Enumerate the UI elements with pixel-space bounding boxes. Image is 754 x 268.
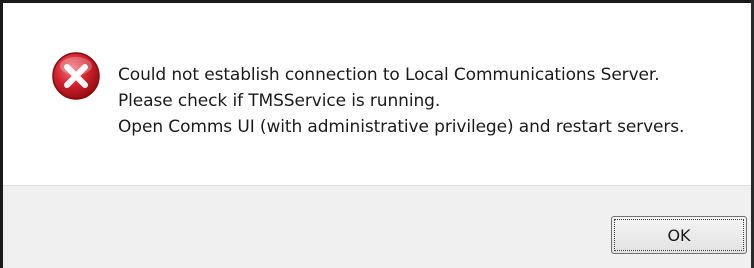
error-dialog: Could not establish connection to Local … bbox=[0, 0, 754, 268]
ok-button-label: OK bbox=[614, 219, 744, 251]
ok-button[interactable]: OK bbox=[611, 216, 747, 254]
error-icon bbox=[52, 52, 100, 100]
message-line: Could not establish connection to Local … bbox=[118, 65, 660, 85]
error-message: Could not establish connection to Local … bbox=[118, 62, 684, 140]
message-line: Please check if TMSService is running. bbox=[118, 91, 441, 111]
message-line: Open Comms UI (with administrative privi… bbox=[118, 117, 685, 137]
